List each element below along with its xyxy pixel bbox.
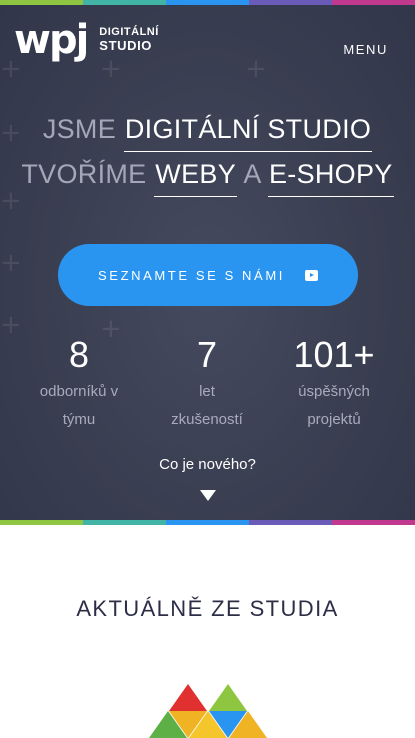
headline-line1: JSME DIGITÁLNÍ STUDIO: [0, 116, 415, 152]
stat-label: úspěšných projektů: [274, 378, 394, 434]
hero-section: + + + + + + + + wpj DIGITÁLNÍ STUDIO MEN…: [0, 0, 415, 525]
stat-label-line: zkušeností: [171, 411, 243, 428]
section-title: AKTUÁLNĚ ZE STUDIA: [76, 596, 339, 621]
stat-number: 7: [196, 334, 218, 375]
color-stripe-bottom: [0, 520, 415, 525]
headline-highlight-weby: WEBY: [154, 161, 238, 197]
color-stripe-top: [0, 0, 415, 5]
logo[interactable]: wpj DIGITÁLNÍ STUDIO: [14, 20, 159, 60]
scroll-down-arrow-icon[interactable]: [200, 490, 216, 501]
stat-years: 7 let zkušeností: [147, 337, 267, 434]
logo-line2: STUDIO: [99, 37, 153, 53]
stat-experts: 8 odborníků v týmu: [19, 337, 139, 434]
headline-line2: TVOŘÍME WEBY A E-SHOPY: [0, 161, 415, 197]
headline-prefix: TVOŘÍME: [21, 159, 147, 189]
stat-label-line: let: [199, 383, 215, 400]
stat-number: 8: [68, 334, 90, 375]
headline-highlight: DIGITÁLNÍ STUDIO: [123, 116, 373, 152]
stat-label-line: týmu: [62, 411, 96, 428]
headline-highlight-eshopy: E-SHOPY: [267, 161, 394, 197]
stat-label: odborníků v týmu: [19, 378, 139, 434]
menu-button[interactable]: MENU: [343, 42, 388, 57]
stat-label-line: odborníků v: [39, 383, 119, 400]
plus-decoration: +: [0, 310, 22, 340]
logo-mark: wpj: [14, 17, 89, 63]
plus-decoration: +: [0, 248, 22, 278]
headline-connector: A: [243, 159, 261, 189]
whats-new-link[interactable]: Co je nového?: [0, 456, 415, 473]
stat-number: 101+: [293, 334, 375, 375]
cta-button[interactable]: SEZNAMTE SE S NÁMI: [58, 244, 358, 306]
logo-text: DIGITÁLNÍ STUDIO: [99, 27, 159, 52]
triangles-logo-icon: [149, 684, 267, 738]
headline-prefix: JSME: [42, 114, 117, 144]
stat-projects: 101+ úspěšných projektů: [274, 337, 394, 434]
plus-decoration: +: [245, 54, 267, 84]
stat-label-line: úspěšných: [298, 383, 370, 400]
cta-label: SEZNAMTE SE S NÁMI: [98, 267, 285, 283]
stat-label-line: projektů: [307, 411, 361, 428]
stat-label: let zkušeností: [147, 378, 267, 434]
play-icon: [304, 269, 318, 281]
